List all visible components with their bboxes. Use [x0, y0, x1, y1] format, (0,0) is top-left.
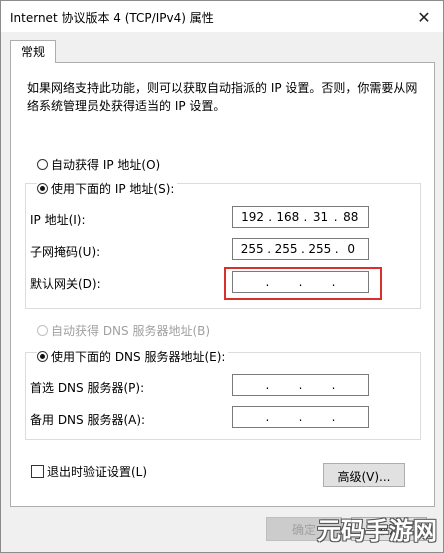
tab-general[interactable]: 常规 [10, 40, 56, 63]
dns-auto-radio-icon [37, 325, 48, 336]
mask-octet-2: 255 [274, 242, 298, 256]
ip-address-input[interactable]: 192. 168. 31. 88 [232, 206, 369, 228]
watermark-logo: 元码手游网 [317, 516, 437, 545]
ip-auto-option[interactable]: 自动获得 IP 地址(O) [37, 156, 160, 173]
mask-octet-4: 0 [347, 242, 355, 256]
ip-manual-label: 使用下面的 IP 地址(S): [51, 182, 175, 196]
dialog-window: Internet 协议版本 4 (TCP/IPv4) 属性 ✕ 常规 如果网络支… [0, 0, 444, 553]
dns-manual-option[interactable]: 使用下面的 DNS 服务器地址(E): [37, 348, 229, 365]
ip-octet-4: 88 [343, 210, 359, 224]
subnet-mask-input[interactable]: 255. 255. 255. 0 [232, 238, 369, 260]
mask-octet-1: 255 [240, 242, 264, 256]
preferred-dns-input[interactable]: . . . [232, 374, 369, 396]
dns-auto-label: 自动获得 DNS 服务器地址(B) [51, 324, 211, 338]
default-gateway-input[interactable]: . . . [232, 271, 369, 293]
ip-address-label: IP 地址(I): [30, 213, 86, 227]
ip-manual-option[interactable]: 使用下面的 IP 地址(S): [37, 180, 178, 197]
dns-manual-radio-icon [37, 351, 48, 362]
ip-manual-radio-icon [37, 183, 48, 194]
alternate-dns-label: 备用 DNS 服务器(A): [30, 413, 146, 427]
close-icon[interactable]: ✕ [413, 6, 435, 28]
alternate-dns-input[interactable]: . . . [232, 406, 369, 428]
ip-auto-radio-icon [37, 159, 48, 170]
ip-octet-1: 192 [241, 210, 265, 224]
ip-octet-2: 168 [276, 210, 300, 224]
validate-label: 退出时验证设置(L) [47, 465, 148, 479]
ip-octet-3: 31 [312, 210, 329, 224]
advanced-button[interactable]: 高级(V)... [323, 463, 405, 487]
validate-option[interactable]: 退出时验证设置(L) [31, 463, 147, 480]
mask-octet-3: 255 [308, 242, 332, 256]
title-bar: Internet 协议版本 4 (TCP/IPv4) 属性 ✕ [1, 1, 443, 32]
validate-checkbox-icon [31, 465, 44, 478]
description-text: 如果网络支持此功能，则可以获取自动指派的 IP 设置。否则，你需要从网络系统管理… [27, 81, 418, 113]
general-panel: 如果网络支持此功能，则可以获取自动指派的 IP 设置。否则，你需要从网络系统管理… [10, 62, 435, 507]
default-gateway-label: 默认网关(D): [30, 277, 101, 291]
ip-auto-label: 自动获得 IP 地址(O) [51, 158, 161, 172]
dns-auto-option[interactable]: 自动获得 DNS 服务器地址(B) [37, 322, 210, 339]
window-title: Internet 协议版本 4 (TCP/IPv4) 属性 [10, 11, 214, 25]
subnet-mask-label: 子网掩码(U): [30, 245, 101, 259]
preferred-dns-label: 首选 DNS 服务器(P): [30, 381, 145, 395]
dns-manual-label: 使用下面的 DNS 服务器地址(E): [51, 350, 226, 364]
